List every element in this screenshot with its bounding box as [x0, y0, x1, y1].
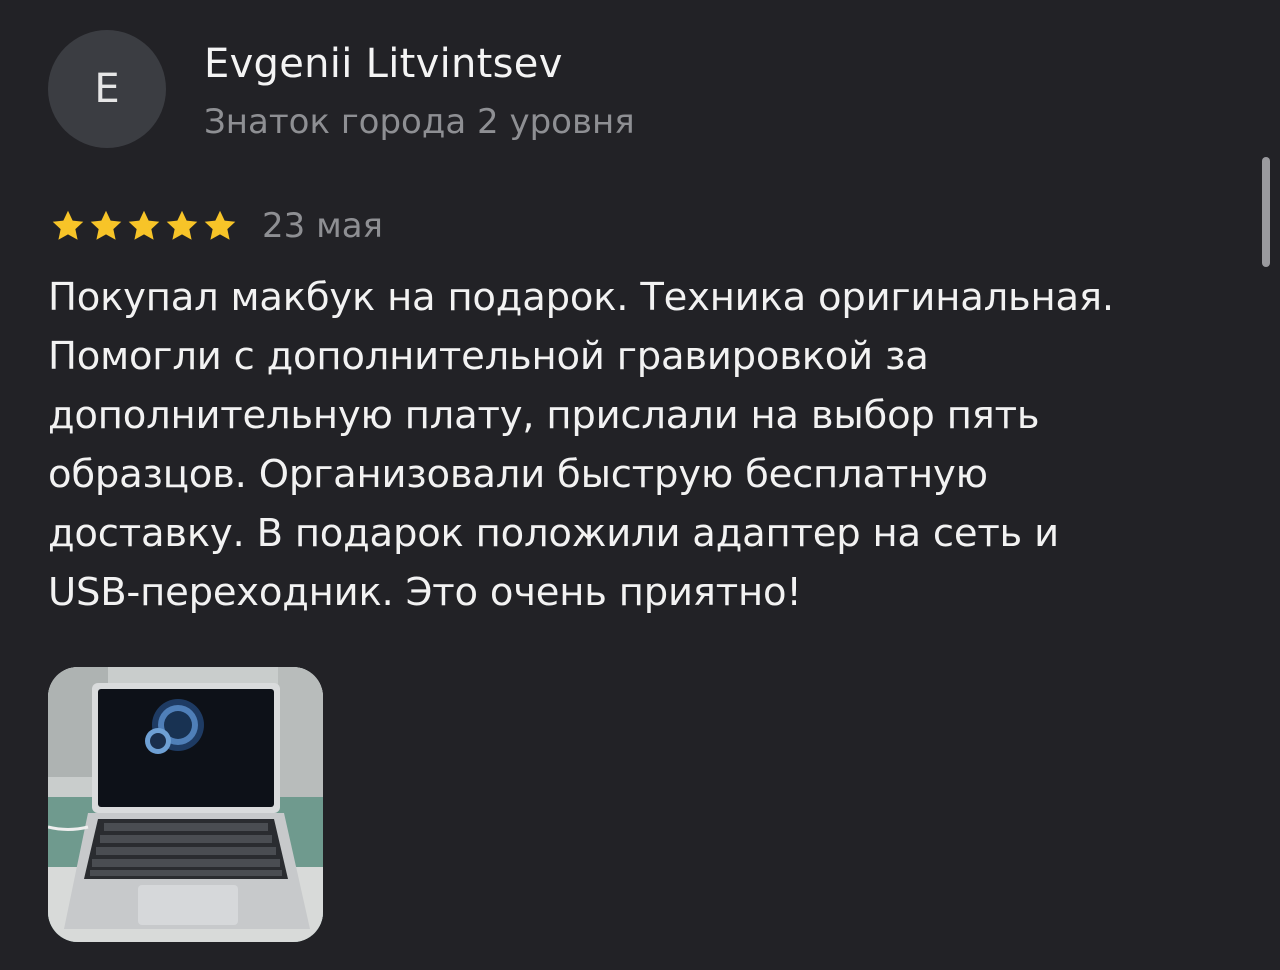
laptop-photo-icon — [48, 667, 323, 942]
rating-row: 23 мая — [50, 200, 383, 252]
avatar[interactable]: E — [48, 30, 166, 148]
review-card: E Evgenii Litvintsev Знаток города 2 уро… — [0, 0, 1280, 970]
star-icon — [52, 210, 84, 240]
star-icon — [128, 210, 160, 240]
author-name[interactable]: Evgenii Litvintsev — [204, 38, 563, 90]
scrollbar[interactable] — [1262, 157, 1270, 267]
review-photo[interactable] — [48, 667, 323, 942]
star-icon — [90, 210, 122, 240]
review-date: 23 мая — [262, 206, 384, 246]
avatar-letter: E — [94, 66, 120, 112]
author-level: Знаток города 2 уровня — [204, 102, 635, 142]
review-text: Покупал макбук на подарок. Техника ориги… — [48, 275, 1114, 615]
star-rating — [50, 208, 238, 244]
star-icon — [204, 210, 236, 240]
star-icon — [166, 210, 198, 240]
